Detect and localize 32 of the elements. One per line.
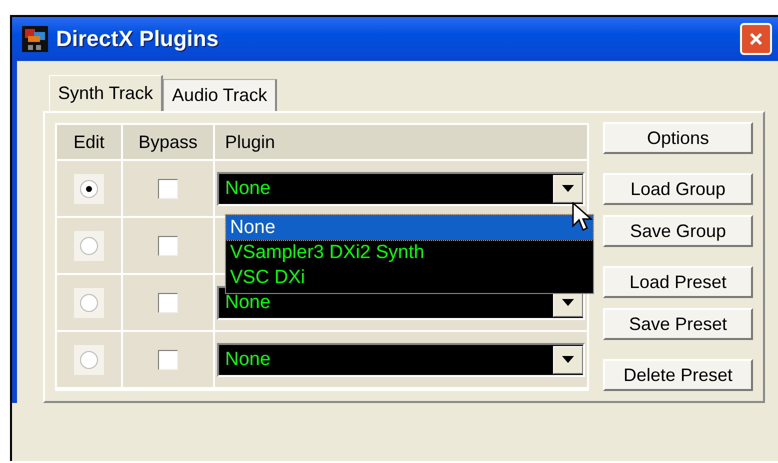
action-button[interactable]: Load Group (603, 173, 753, 205)
dropdown-button[interactable] (553, 174, 583, 202)
plugin-dropdown[interactable]: None (217, 172, 585, 206)
action-button[interactable]: Load Preset (603, 266, 753, 298)
action-button[interactable]: Delete Preset (603, 359, 753, 391)
checkbox[interactable] (158, 178, 178, 198)
caret-icon (562, 356, 574, 363)
caret-icon (562, 299, 574, 306)
radio-button[interactable] (80, 180, 98, 198)
dropdown-option[interactable]: None (226, 215, 593, 240)
action-button[interactable]: Save Group (603, 215, 753, 247)
column-header: Bypass (123, 125, 215, 159)
column-header: Plugin (215, 125, 587, 159)
app-icon (22, 26, 48, 52)
checkbox[interactable] (158, 292, 178, 312)
close-icon (748, 31, 764, 47)
action-button[interactable]: Options (603, 122, 753, 154)
caret-icon (562, 185, 574, 192)
plugin-dropdown[interactable]: None (217, 342, 585, 376)
column-header: Edit (57, 125, 123, 159)
tab[interactable]: Audio Track (163, 79, 278, 111)
tab[interactable]: Synth Track (49, 75, 164, 111)
dropdown-button[interactable] (553, 346, 583, 374)
close-button[interactable] (740, 23, 772, 55)
window-title: DirectX Plugins (56, 26, 220, 52)
radio-button[interactable] (80, 236, 98, 254)
action-button[interactable]: Save Preset (603, 308, 753, 340)
checkbox[interactable] (158, 236, 178, 256)
radio-button[interactable] (80, 350, 98, 368)
checkbox[interactable] (158, 350, 178, 370)
radio-button[interactable] (80, 294, 98, 312)
dropdown-option[interactable]: VSampler3 DXi2 Synth (226, 240, 593, 265)
